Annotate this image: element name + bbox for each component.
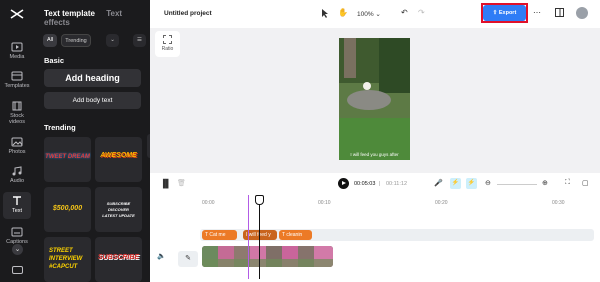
hand-icon[interactable]: ✋: [338, 8, 348, 17]
ratio-label: Ratio: [161, 46, 174, 52]
sidebar-item-text[interactable]: Text: [3, 192, 31, 219]
section-trending: Trending: [44, 123, 76, 132]
stock-videos-icon: [12, 101, 22, 111]
delete-icon[interactable]: 🗑: [177, 179, 186, 187]
filter-all[interactable]: All: [43, 34, 57, 47]
text-clip[interactable]: T Cat me: [202, 230, 237, 240]
redo-icon[interactable]: ↷: [418, 8, 425, 17]
left-rail: Media Templates Stock videos Photos Audi…: [0, 0, 34, 282]
more-options-icon[interactable]: ⋯: [533, 8, 541, 17]
section-basic: Basic: [44, 56, 65, 65]
text-clip-label: Cat me: [209, 232, 226, 238]
video-clip-thumbnails: [202, 246, 333, 267]
template-card[interactable]: SUBSCRIBE DISCOVER LATEST UPDATE: [95, 187, 142, 232]
chevron-down-icon[interactable]: ⌄: [106, 34, 119, 47]
zoom-value: 100%: [357, 11, 374, 18]
export-label: Export: [498, 10, 517, 16]
undo-icon[interactable]: ↶: [401, 8, 408, 17]
audio-icon: [12, 166, 22, 176]
template-label: TWEET DREAM: [45, 154, 90, 160]
ruler-label: 00:20: [435, 200, 448, 206]
avatar[interactable]: [576, 7, 588, 19]
sidebar-item-photos[interactable]: Photos: [0, 133, 34, 163]
sidebar-item-stock-videos[interactable]: Stock videos: [0, 97, 34, 131]
split-icon[interactable]: ▐▌: [160, 179, 171, 188]
snap-icon[interactable]: ⚡: [466, 178, 477, 189]
sidebar-item-label: Photos: [8, 149, 26, 155]
photos-icon: [11, 137, 23, 147]
tab-text-template[interactable]: Text template: [44, 9, 95, 18]
ruler-label: 00:30: [552, 200, 565, 206]
capcut-logo-icon[interactable]: [9, 7, 25, 21]
templates-icon: [11, 71, 23, 81]
zoom-out-icon[interactable]: ⊖: [485, 179, 491, 187]
text-icon: [13, 196, 21, 205]
microphone-icon[interactable]: 🎤: [434, 179, 443, 187]
cover-edit-icon[interactable]: ✎: [178, 251, 198, 267]
timeline: 00:00 00:10 00:20 00:30 T Cat me I will …: [150, 195, 600, 282]
text-panel: Text template Text effects All Trending …: [34, 0, 150, 282]
fit-icon[interactable]: ⛶: [565, 179, 570, 187]
zoom-in-icon[interactable]: ⊕: [542, 179, 548, 187]
zoom-slider[interactable]: [497, 184, 537, 185]
chevron-down-icon[interactable]: ⌄: [12, 244, 23, 255]
sidebar-item-label: Audio: [9, 178, 25, 184]
caption-overlay: I will feed you guys after: [350, 152, 399, 157]
fullscreen-icon[interactable]: ▢: [582, 179, 589, 187]
template-label: STREET INTERVIEW #CAPCUT: [49, 248, 83, 270]
add-body-text-button[interactable]: Add body text: [44, 92, 141, 109]
marker-line: [248, 195, 249, 279]
playhead[interactable]: [259, 195, 260, 279]
sidebar-item-media[interactable]: Media: [0, 38, 34, 68]
project-title[interactable]: Untitled project: [164, 10, 212, 17]
layout-icon[interactable]: [555, 8, 564, 19]
video-frame: [339, 38, 410, 160]
template-label: AWESOME: [100, 152, 137, 159]
top-bar: Untitled project ✋ 100% ⌄ ↶ ↷ ⇧ Export ⋯: [150, 0, 600, 28]
media-icon: [11, 42, 23, 52]
template-card[interactable]: AWESOME: [95, 137, 142, 182]
text-clip-label: cleanin: [286, 232, 303, 238]
template-label: SUBSCRIBE: [97, 254, 140, 261]
ruler-label: 00:00: [202, 200, 215, 206]
zoom-level[interactable]: 100% ⌄: [357, 10, 381, 18]
timeline-toolbar: ▐▌ 🗑 00:05:03 | 00:11:12 🎤 ⚡ ⚡ ⊖ ⊕ ⛶ ▢: [150, 173, 600, 195]
current-time: 00:05:03: [354, 181, 376, 187]
sidebar-item-label: Stock videos: [9, 113, 25, 125]
sidebar-item-audio[interactable]: Audio: [0, 162, 34, 192]
ruler-label: 00:10: [318, 200, 331, 206]
text-clip[interactable]: T cleanin: [279, 230, 312, 240]
ratio-button[interactable]: Ratio: [155, 31, 180, 57]
filter-trending[interactable]: Trending: [61, 34, 91, 47]
pointer-icon[interactable]: [321, 8, 330, 20]
total-time: 00:11:12: [386, 181, 408, 187]
template-label: $500,000: [52, 205, 83, 212]
ratio-icon: [163, 35, 172, 44]
template-card[interactable]: TWEET DREAM: [44, 137, 91, 182]
template-card[interactable]: STREET INTERVIEW #CAPCUT: [44, 237, 91, 282]
preview-canvas: Ratio I will feed you guys after: [150, 28, 600, 173]
sidebar-item-templates[interactable]: Templates: [0, 67, 34, 97]
volume-icon[interactable]: 🔈: [157, 252, 166, 260]
play-button[interactable]: [338, 178, 349, 189]
video-preview[interactable]: I will feed you guys after: [339, 38, 410, 160]
add-heading-button[interactable]: Add heading: [44, 69, 141, 87]
keyboard-icon[interactable]: [12, 266, 23, 274]
sidebar-item-label: Media: [9, 54, 25, 60]
video-clip[interactable]: [202, 246, 333, 267]
link-icon[interactable]: ⚡: [450, 178, 461, 189]
template-label: SUBSCRIBE DISCOVER LATEST UPDATE: [102, 201, 135, 218]
editor-app: Media Templates Stock videos Photos Audi…: [0, 0, 600, 282]
template-card[interactable]: $500,000: [44, 187, 91, 232]
filter-icon[interactable]: ☰: [133, 34, 146, 47]
captions-icon: [11, 227, 23, 237]
sidebar-item-label: Templates: [4, 83, 30, 89]
playhead-handle[interactable]: [255, 195, 264, 205]
panel-tabs: Text template Text effects: [44, 9, 150, 27]
template-card[interactable]: SUBSCRIBE: [95, 237, 142, 282]
export-button[interactable]: ⇧ Export: [483, 5, 526, 21]
sidebar-item-label: Text: [11, 208, 23, 214]
